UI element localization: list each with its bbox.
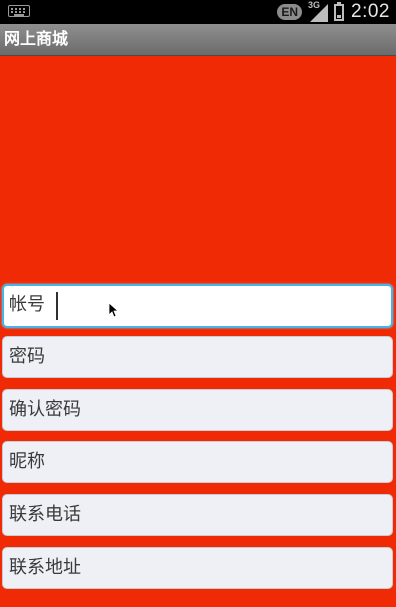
mouse-pointer-icon (109, 303, 120, 318)
status-right: EN 3G 2:02 (277, 0, 390, 24)
account-placeholder: 帐号 (9, 294, 45, 315)
nickname-field[interactable]: 昵称 (2, 441, 393, 483)
language-badge: EN (277, 4, 303, 20)
text-caret (56, 292, 58, 320)
confirm-password-field[interactable]: 确认密码 (2, 389, 393, 431)
app-title: 网上商城 (4, 29, 69, 48)
phone-placeholder: 联系电话 (9, 504, 81, 525)
password-field[interactable]: 密码 (2, 336, 393, 378)
phone-field[interactable]: 联系电话 (2, 494, 393, 536)
account-field[interactable]: 帐号 (2, 284, 393, 328)
nickname-placeholder: 昵称 (9, 451, 45, 472)
status-left (8, 5, 30, 17)
title-bar: 网上商城 (0, 24, 396, 56)
signal-indicator: 3G (308, 0, 329, 22)
registration-screen: EN 3G 2:02 网上商城 帐号 密码 确认密码 昵称 联系电话 联系地址 (0, 0, 396, 607)
status-bar: EN 3G 2:02 (0, 0, 396, 24)
confirm-password-placeholder: 确认密码 (9, 399, 81, 420)
address-placeholder: 联系地址 (9, 557, 81, 578)
battery-icon (334, 1, 345, 21)
status-clock: 2:02 (351, 1, 390, 22)
password-placeholder: 密码 (9, 346, 45, 367)
keyboard-icon (8, 5, 30, 17)
signal-icon (310, 4, 329, 22)
address-field[interactable]: 联系地址 (2, 547, 393, 589)
